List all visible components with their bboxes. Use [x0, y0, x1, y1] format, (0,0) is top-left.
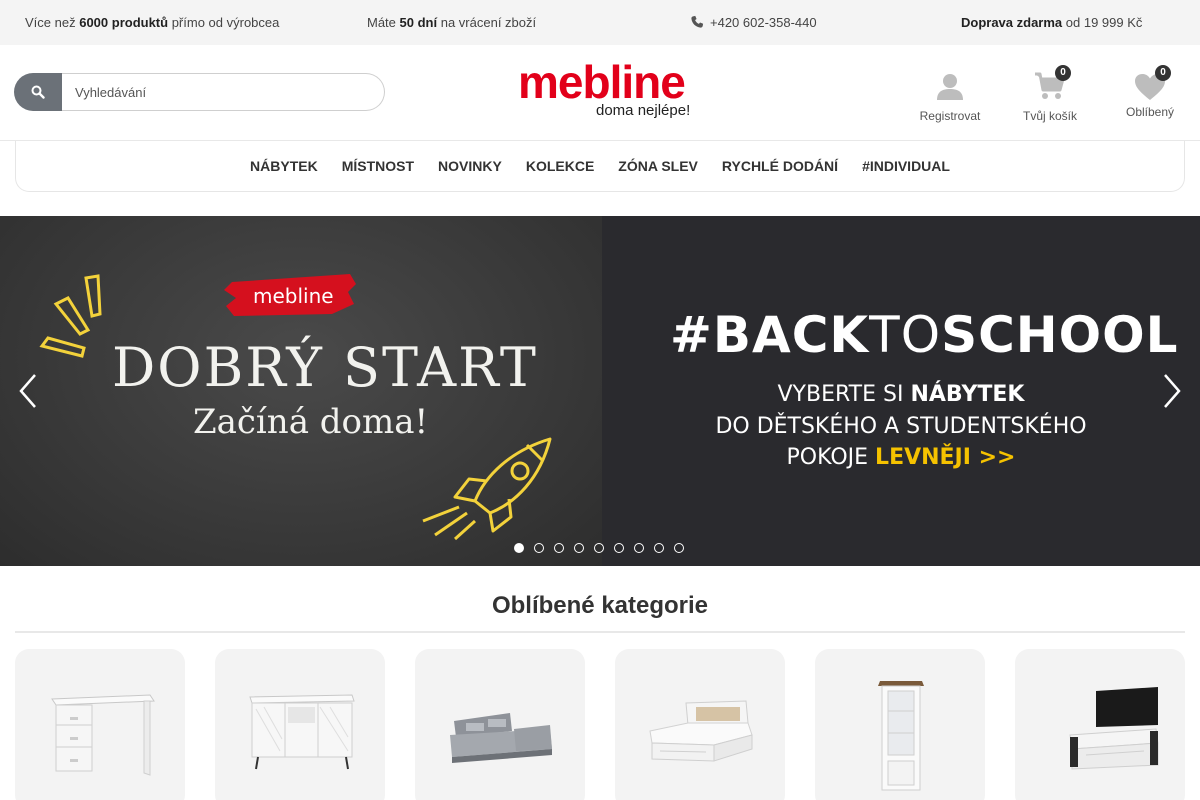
hero-hashtag-headline: #BACKTOSCHOOL	[670, 306, 1178, 364]
carousel-dot-6[interactable]	[614, 543, 624, 553]
register-button[interactable]: Registrovat	[910, 67, 990, 123]
category-card-bed[interactable]	[615, 649, 785, 800]
carousel-dot-7[interactable]	[634, 543, 644, 553]
hero-right-panel: #BACKTOSCHOOL VYBERTE SI NÁBYTEK DO DĚTS…	[602, 216, 1200, 566]
carousel-dot-2[interactable]	[534, 543, 544, 553]
heart-icon: 0	[1110, 65, 1190, 101]
info-shipping-bold: Doprava zdarma	[961, 15, 1063, 30]
site-header: mebline doma nejlépe! Registrovat 0 Tvůj…	[0, 45, 1200, 141]
search-input[interactable]	[62, 73, 385, 111]
hero-title: DOBRÝ START	[112, 336, 538, 399]
headline-back: BACK	[712, 306, 870, 364]
sideboard-image	[249, 694, 355, 770]
hero-subtitle: Začíná doma!	[193, 402, 429, 442]
categories-title: Oblíbené kategorie	[491, 592, 709, 619]
desk-image	[51, 694, 155, 776]
register-label: Registrovat	[919, 109, 981, 123]
nav-item-individual[interactable]: #INDIVIDUAL	[862, 158, 950, 174]
logo-tagline: doma nejlépe!	[596, 102, 691, 119]
hero-line-1-prefix: VYBERTE SI	[777, 382, 904, 407]
sofa-image	[450, 713, 552, 763]
category-card-display-cabinet[interactable]	[815, 649, 985, 800]
info-products-prefix: Více než	[25, 15, 76, 30]
hero-carousel[interactable]: mebline DOBRÝ START Začíná doma! #BACKTO…	[0, 216, 1200, 566]
bed-image	[649, 700, 753, 762]
user-icon	[910, 67, 990, 101]
tv-stand-image	[1069, 687, 1159, 770]
nav-item-kolekce[interactable]: KOLEKCE	[526, 158, 594, 174]
hero-line-2: DO DĚTSKÉHO A STUDENTSKÉHO	[715, 414, 1087, 439]
info-returns-days: 50 dní	[399, 15, 438, 30]
headline-school: SCHOOL	[941, 306, 1179, 364]
carousel-prev-arrow-icon[interactable]	[17, 371, 39, 411]
favorites-button[interactable]: 0 Oblíbený	[1110, 65, 1190, 119]
category-card-sofa[interactable]	[415, 649, 585, 800]
phone-number[interactable]: +420 602-358-440	[710, 15, 817, 30]
categories-divider	[15, 631, 1185, 633]
cart-count-badge: 0	[1055, 65, 1071, 81]
favorites-label: Oblíbený	[1125, 105, 1175, 119]
cart-label: Tvůj košík	[1022, 109, 1077, 123]
info-phone[interactable]: +420 602-358-440	[690, 15, 817, 30]
carousel-dot-9[interactable]	[674, 543, 684, 553]
hero-line-1-bold: NÁBYTEK	[910, 382, 1025, 407]
hero-line-3-prefix: POKOJE	[786, 445, 869, 470]
phone-icon	[691, 15, 704, 28]
carousel-dot-3[interactable]	[554, 543, 564, 553]
top-info-bar: Více než 6000 produktů přímo od výrobcea…	[0, 0, 1200, 45]
carousel-dots	[514, 543, 684, 553]
info-shipping: Doprava zdarma od 19 999 Kč	[961, 15, 1142, 30]
nav-item-rychle-dodani[interactable]: RYCHLÉ DODÁNÍ	[722, 158, 838, 174]
carousel-dot-1[interactable]	[514, 543, 524, 553]
info-returns-prefix: Máte	[367, 15, 396, 30]
favorites-count-badge: 0	[1155, 65, 1171, 81]
carousel-next-arrow-icon[interactable]	[1161, 371, 1183, 411]
hero-line-3: POKOJE LEVNĚJI >>	[602, 445, 1200, 470]
search-icon	[31, 85, 45, 99]
hero-cta-link[interactable]: LEVNĚJI >>	[875, 445, 1015, 470]
nav-item-mistnost[interactable]: MÍSTNOST	[342, 158, 414, 174]
info-returns-suffix: na vrácení zboží	[440, 15, 537, 30]
info-products-suffix: přímo od výrobcea	[171, 15, 280, 30]
carousel-dot-4[interactable]	[574, 543, 584, 553]
logo-wordmark: mebline	[518, 56, 686, 108]
chalk-rays-shape	[39, 274, 102, 358]
info-shipping-suffix: od 19 999 Kč	[1065, 15, 1143, 30]
nav-item-novinky[interactable]: NOVINKY	[438, 158, 502, 174]
search-button[interactable]	[14, 73, 62, 111]
site-logo[interactable]: mebline doma nejlépe!	[518, 56, 691, 122]
category-card-sideboard[interactable]	[215, 649, 385, 800]
hashtag-symbol: #	[670, 306, 713, 364]
search-bar	[14, 73, 385, 111]
nav-item-zona-slev[interactable]: ZÓNA SLEV	[618, 158, 698, 174]
hero-line-1: VYBERTE SI NÁBYTEK	[602, 382, 1200, 407]
hero-brush-brand: mebline	[253, 284, 334, 308]
carousel-dot-8[interactable]	[654, 543, 664, 553]
info-returns: Máte 50 dní na vrácení zboží	[367, 15, 536, 30]
cart-button[interactable]: 0 Tvůj košík	[1010, 65, 1090, 123]
rocket-icon	[422, 437, 552, 541]
main-nav: NÁBYTEK MÍSTNOST NOVINKY KOLEKCE ZÓNA SL…	[15, 141, 1185, 192]
display-cabinet-image	[878, 681, 924, 791]
carousel-dot-5[interactable]	[594, 543, 604, 553]
cart-icon: 0	[1010, 65, 1090, 101]
hero-left-panel: mebline DOBRÝ START Začíná doma!	[0, 216, 602, 566]
headline-to: TO	[869, 306, 942, 364]
nav-item-nabytek[interactable]: NÁBYTEK	[250, 158, 318, 174]
info-products: Více než 6000 produktů přímo od výrobcea	[25, 15, 279, 30]
category-card-desk[interactable]	[15, 649, 185, 800]
info-products-count: 6000 produktů	[79, 15, 169, 30]
category-card-tv-stand[interactable]	[1015, 649, 1185, 800]
